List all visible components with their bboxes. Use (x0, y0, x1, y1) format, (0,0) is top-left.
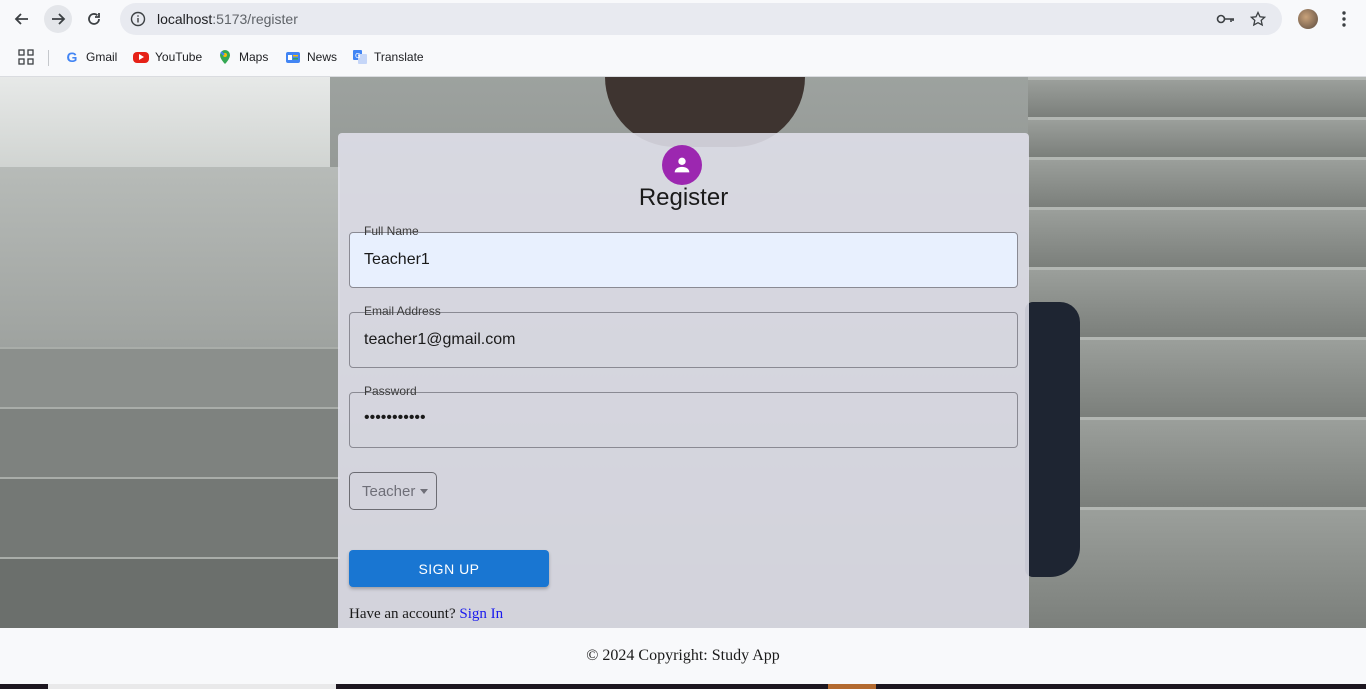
page-title: Register (638, 184, 729, 211)
url-path: :5173/register (212, 11, 298, 27)
bookmark-maps[interactable]: Maps (217, 48, 268, 66)
background-step (0, 407, 340, 477)
role-select[interactable]: Teacher (349, 472, 437, 510)
role-selected-value: Teacher (362, 482, 416, 500)
email-field[interactable]: Email Address teacher1@gmail.com (349, 304, 1018, 368)
background-backpack (1025, 302, 1080, 577)
have-account-text: Have an account? (349, 606, 456, 622)
reload-icon (88, 13, 100, 25)
page-background: Register Full Name Teacher1 Email Addres… (0, 77, 1366, 628)
full-name-value[interactable]: Teacher1 (364, 251, 430, 269)
url-text[interactable]: localhost:5173/register (157, 11, 298, 27)
email-value[interactable]: teacher1@gmail.com (364, 331, 515, 349)
have-account-line: Have an account? Sign In (349, 606, 503, 623)
avatar (662, 145, 702, 185)
info-icon[interactable] (130, 11, 146, 27)
bookmarks-bar: G Gmail YouTube Maps News G Translate (0, 38, 1366, 77)
bookmark-news[interactable]: News (285, 48, 337, 66)
reload-button[interactable] (80, 5, 108, 33)
bookmarks-separator (48, 50, 49, 66)
bookmark-label: Translate (374, 50, 424, 64)
bookmark-label: YouTube (155, 50, 203, 64)
bookmark-label: Maps (239, 50, 269, 64)
gmail-icon: G (66, 49, 78, 65)
register-card: Register Full Name Teacher1 Email Addres… (338, 133, 1029, 628)
apps-grid-icon (18, 49, 34, 65)
news-icon (285, 49, 301, 65)
password-label: Password (364, 384, 417, 398)
bookmark-star-icon[interactable] (1250, 11, 1266, 27)
bookmark-translate[interactable]: G Translate (352, 48, 424, 66)
background-step (0, 347, 340, 407)
forward-button[interactable] (44, 5, 72, 33)
bookmark-gmail[interactable]: G Gmail (64, 48, 118, 66)
address-bar[interactable]: localhost:5173/register (120, 3, 1282, 35)
back-button[interactable] (8, 5, 36, 33)
bookmark-label: News (307, 50, 338, 64)
bookmark-youtube[interactable]: YouTube (133, 48, 202, 66)
translate-icon: G (352, 49, 368, 65)
person-icon (674, 157, 690, 173)
bookmark-label: Gmail (86, 50, 118, 64)
password-field[interactable]: Password ••••••••••• (349, 384, 1018, 448)
more-vert-icon (1342, 11, 1346, 27)
background-step (0, 477, 340, 557)
url-host: localhost (157, 11, 213, 27)
arrow-left-icon (14, 13, 28, 25)
arrow-right-icon (52, 13, 66, 25)
password-key-icon[interactable] (1216, 11, 1236, 27)
full-name-label: Full Name (364, 224, 419, 238)
apps-button[interactable] (18, 49, 34, 70)
taskbar-strip (0, 684, 1366, 689)
footer: © 2024 Copyright: Study App (0, 628, 1366, 684)
profile-avatar[interactable] (1298, 9, 1318, 29)
maps-icon (217, 49, 233, 65)
password-value[interactable]: ••••••••••• (364, 409, 426, 427)
sign-up-button[interactable]: SIGN UP (349, 550, 549, 587)
svg-text:G: G (355, 52, 360, 60)
background-step (0, 557, 340, 628)
menu-button[interactable] (1336, 9, 1352, 29)
footer-copyright: © 2024 Copyright: Study App (586, 647, 780, 664)
youtube-icon (133, 51, 149, 63)
browser-toolbar: localhost:5173/register (0, 0, 1366, 38)
chevron-down-icon (420, 488, 429, 494)
sign-in-link[interactable]: Sign In (459, 606, 503, 622)
email-label: Email Address (364, 304, 441, 318)
full-name-field[interactable]: Full Name Teacher1 (349, 224, 1018, 288)
